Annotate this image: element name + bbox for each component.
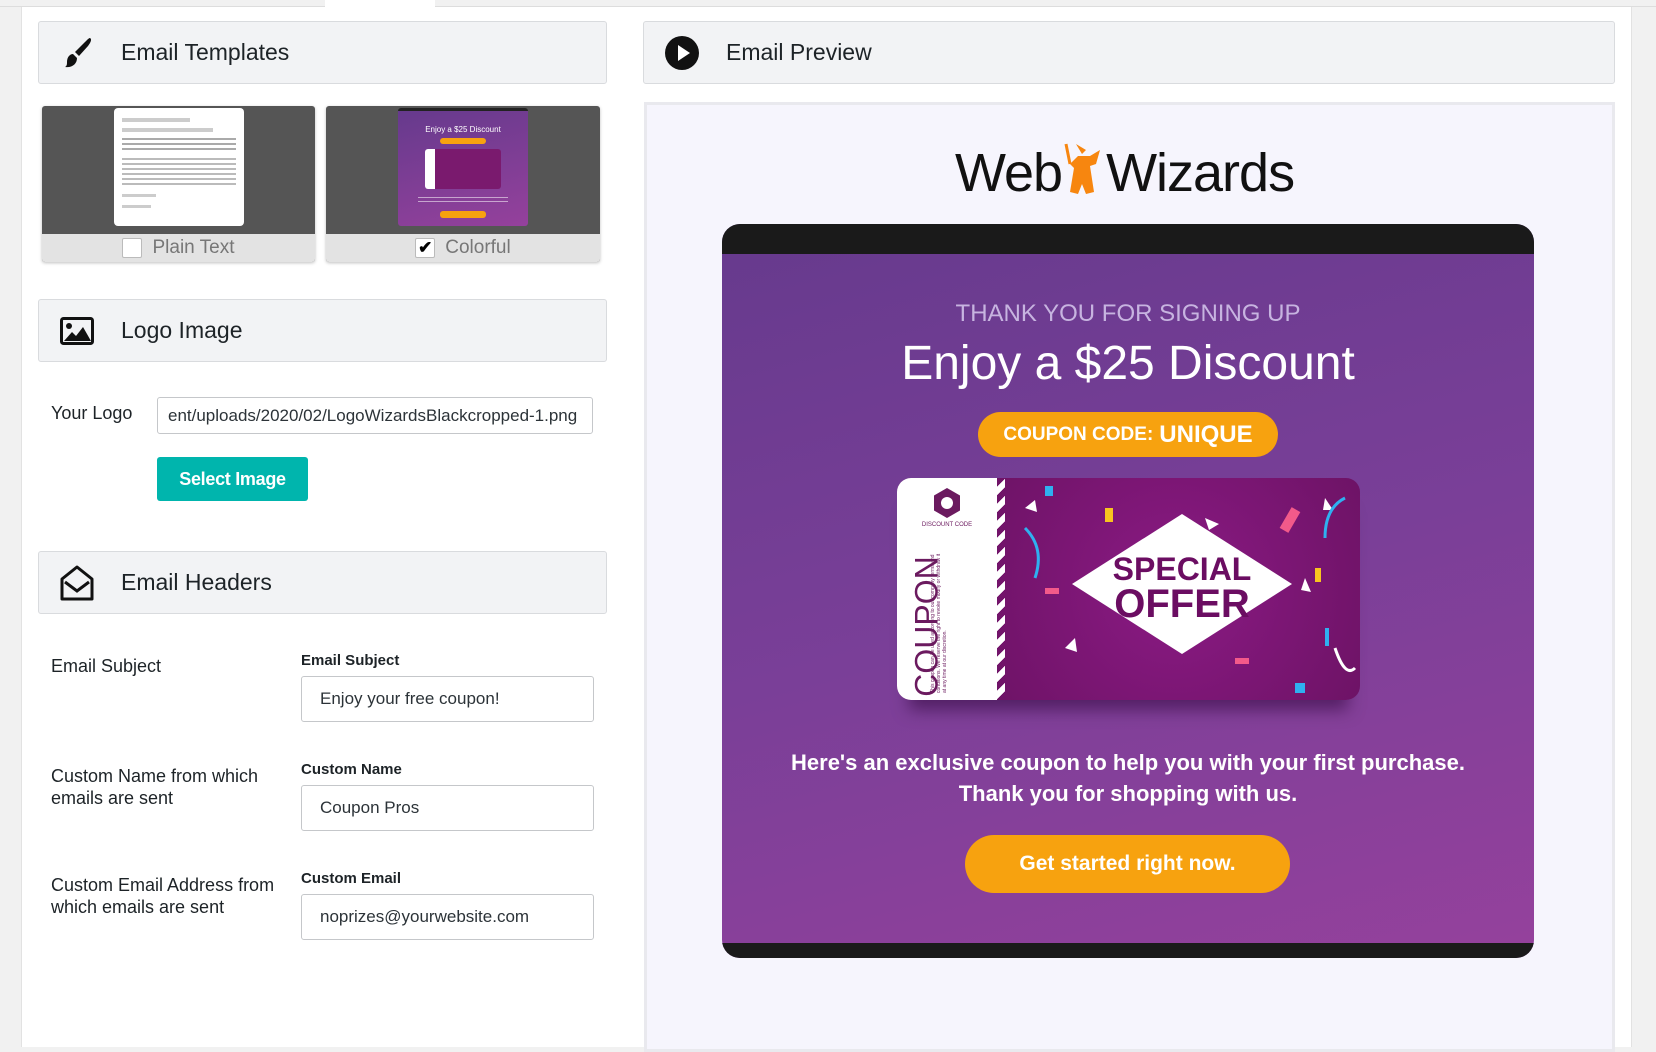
template-label: Plain Text — [42, 234, 315, 262]
template-label: ✔ Colorful — [326, 234, 600, 262]
logo-url-input[interactable]: ent/uploads/2020/02/LogoWizardsBlackcrop… — [157, 397, 593, 434]
plain-text-thumbnail — [114, 108, 244, 226]
email-card: THANK YOU FOR SIGNING UP Enjoy a $25 Dis… — [722, 224, 1534, 958]
hexagon-icon — [934, 488, 960, 518]
colorful-thumbnail: Enjoy a $25 Discount — [398, 108, 528, 226]
coupon-prefix: COUPON CODE: — [1003, 423, 1154, 445]
coupon-image: DISCOUNT CODE COUPON This coupon can be … — [897, 478, 1360, 700]
coupon-code: UNIQUE — [1159, 420, 1253, 448]
select-image-button[interactable]: Select Image — [157, 457, 308, 501]
section-title: Logo Image — [121, 317, 243, 343]
email-top-bar — [722, 224, 1534, 254]
get-started-button[interactable]: Get started right now. — [965, 835, 1290, 893]
template-colorful[interactable]: Enjoy a $25 Discount ✔ Colorful — [326, 106, 600, 262]
envelope-open-icon — [59, 565, 95, 601]
coupon-terms: This coupon can be used according to our… — [930, 553, 948, 693]
email-preview-header: Email Preview — [643, 21, 1615, 84]
template-plain-text[interactable]: Plain Text — [42, 106, 315, 262]
section-title: Email Headers — [121, 569, 272, 595]
template-name: Plain Text — [152, 237, 235, 258]
play-circle-icon — [664, 35, 700, 71]
webwizards-logo: Web Wizards — [955, 134, 1305, 204]
wizard-icon — [1064, 143, 1101, 194]
template-name: Colorful — [445, 237, 511, 258]
logo-text-right: Wizards — [1106, 143, 1295, 203]
email-kicker: THANK YOU FOR SIGNING UP — [955, 300, 1301, 327]
email-subject-input[interactable]: Enjoy your free coupon! — [301, 676, 594, 722]
custom-email-label: Custom Email Address from which emails a… — [51, 875, 275, 917]
email-bottom-bar — [722, 943, 1534, 958]
paintbrush-icon — [59, 35, 95, 71]
image-icon — [59, 313, 95, 349]
custom-name-label: Custom Name from which emails are sent — [51, 766, 259, 808]
custom-email-input[interactable]: noprizes@yourwebsite.com — [301, 894, 594, 940]
coupon-zigzag-edge — [989, 478, 1005, 700]
section-title: Email Preview — [726, 39, 872, 65]
top-tab-bar — [0, 0, 1656, 7]
logo-text-left: Web — [955, 143, 1063, 203]
colorful-checkbox-checked[interactable]: ✔ — [415, 238, 436, 258]
email-body-line-2: Thank you for shopping with us. — [958, 781, 1298, 806]
section-title: Email Templates — [121, 39, 290, 65]
email-subject-label: Email Subject — [51, 656, 162, 676]
custom-name-input[interactable]: Coupon Pros — [301, 785, 594, 831]
special-text: SPECIAL — [1112, 551, 1252, 587]
coupon-code-pill: COUPON CODE: UNIQUE — [978, 412, 1278, 457]
your-logo-label: Your Logo — [51, 403, 133, 423]
custom-name-field-label: Custom Name — [301, 761, 402, 778]
email-headers-header: Email Headers — [38, 551, 607, 614]
plain-text-checkbox[interactable] — [122, 238, 143, 258]
email-body-line-1: Here's an exclusive coupon to help you w… — [791, 750, 1465, 775]
email-headline: Enjoy a $25 Discount — [901, 337, 1355, 390]
email-subject-field-label: Email Subject — [301, 652, 400, 669]
offer-text: OFFER — [1114, 582, 1250, 626]
custom-email-field-label: Custom Email — [301, 870, 402, 887]
email-templates-header: Email Templates — [38, 21, 607, 84]
discount-code-text: DISCOUNT CODE — [921, 522, 973, 528]
logo-image-header: Logo Image — [38, 299, 607, 362]
